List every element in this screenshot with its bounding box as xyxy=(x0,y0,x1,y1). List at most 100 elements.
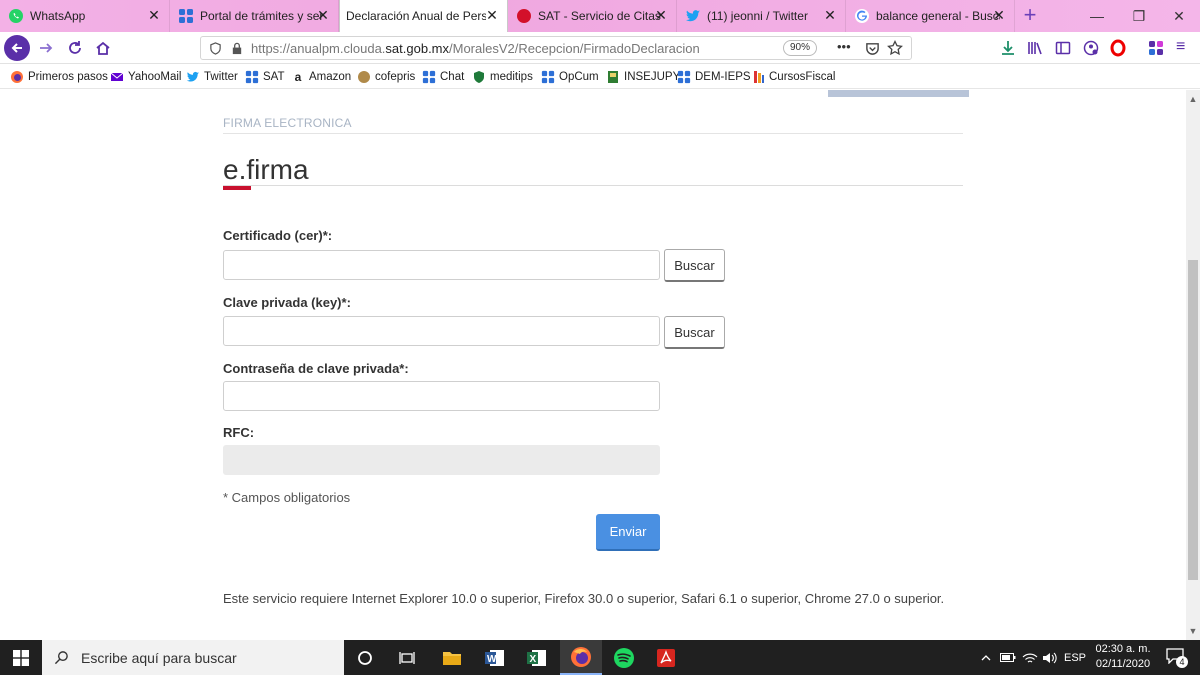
rfc-field xyxy=(223,445,660,475)
browse-certificate-button[interactable]: Buscar xyxy=(664,249,725,282)
reload-button[interactable] xyxy=(62,35,88,61)
minimize-icon[interactable]: — xyxy=(1074,0,1120,32)
bookmark-cursosfiscal[interactable]: CursosFiscal xyxy=(751,69,835,85)
acrobat-icon[interactable] xyxy=(645,640,687,675)
back-button[interactable] xyxy=(4,35,30,61)
page-title: e.firma xyxy=(223,154,309,185)
bookmark-sat[interactable]: SAT xyxy=(245,69,285,85)
forward-button[interactable] xyxy=(33,35,59,61)
system-clock[interactable]: 02:30 a. m. 02/11/2020 xyxy=(1088,642,1158,672)
new-tab-plus-icon[interactable]: + xyxy=(1018,4,1042,28)
zoom-level-badge[interactable]: 90% xyxy=(783,40,817,56)
bookmark-label: DEM-IEPS xyxy=(695,71,751,83)
url-host: sat.gob.mx xyxy=(385,40,450,56)
bookmark-insejupy[interactable]: INSEJUPY xyxy=(606,69,680,85)
scroll-up-arrow-icon[interactable]: ▲ xyxy=(1186,92,1200,106)
close-icon[interactable]: ✕ xyxy=(316,8,330,22)
bookmark-label: YahooMail xyxy=(128,71,182,83)
word-icon[interactable]: W xyxy=(474,640,516,675)
notification-count-badge: 4 xyxy=(1176,655,1188,668)
lock-icon[interactable] xyxy=(231,42,243,55)
bookmark-primeros-pasos[interactable]: Primeros pasos xyxy=(10,69,108,85)
svg-text:X: X xyxy=(530,654,537,665)
navigation-toolbar: https://anualpm.clouda.sat.gob.mx/Morale… xyxy=(0,32,1200,64)
firefox-taskbar-icon[interactable] xyxy=(560,640,602,675)
bookmark-amazon[interactable]: a Amazon xyxy=(291,69,352,85)
page-content: FIRMA ELECTRONICA e.firma Certificado (c… xyxy=(0,90,1186,640)
library-icon[interactable] xyxy=(1027,40,1043,56)
url-text[interactable]: https://anualpm.clouda.sat.gob.mx/Morale… xyxy=(251,41,700,56)
cofepris-seal-icon xyxy=(358,71,370,83)
close-icon[interactable]: ✕ xyxy=(992,8,1006,22)
tab-label: WhatsApp xyxy=(30,9,86,23)
bookmark-opcum[interactable]: OpCum xyxy=(541,69,599,85)
home-button[interactable] xyxy=(90,35,116,61)
certificate-file-input[interactable] xyxy=(223,250,660,280)
bookmark-dem-ieps[interactable]: DEM-IEPS xyxy=(677,69,751,85)
private-key-password-input[interactable] xyxy=(223,381,660,411)
close-icon[interactable]: ✕ xyxy=(823,8,837,22)
downloads-icon[interactable] xyxy=(1000,40,1016,56)
rfc-label: RFC: xyxy=(223,425,255,440)
page-actions-menu-icon[interactable]: ••• xyxy=(837,39,851,54)
bookmark-label: SAT xyxy=(263,71,285,83)
taskbar-search-box[interactable]: Escribe aquí para buscar xyxy=(42,640,344,675)
pocket-icon[interactable] xyxy=(865,41,880,56)
sidebar-icon[interactable] xyxy=(1055,40,1071,56)
submit-button[interactable]: Enviar xyxy=(596,514,660,551)
tab-whatsapp[interactable]: WhatsApp ✕ xyxy=(0,0,170,32)
account-icon[interactable] xyxy=(1083,40,1099,56)
bookmark-chat[interactable]: Chat xyxy=(422,69,464,85)
restore-icon[interactable]: ❐ xyxy=(1116,0,1162,32)
battery-icon[interactable] xyxy=(998,640,1018,675)
cortana-circle-icon[interactable] xyxy=(344,640,386,675)
insejupy-icon xyxy=(608,71,618,83)
show-hidden-icons-chevron-icon[interactable] xyxy=(977,640,995,675)
windows-taskbar: Escribe aquí para buscar W X ESP 02:30 a… xyxy=(0,640,1200,675)
browse-private-key-button[interactable]: Buscar xyxy=(664,316,725,349)
extensions-grid-icon[interactable] xyxy=(1148,40,1164,56)
svg-text:W: W xyxy=(487,654,497,665)
wifi-icon[interactable] xyxy=(1020,640,1040,675)
opera-extension-icon[interactable] xyxy=(1110,39,1126,57)
sat-red-circle-icon xyxy=(517,9,531,23)
input-language-indicator[interactable]: ESP xyxy=(1064,640,1086,675)
address-bar[interactable]: https://anualpm.clouda.sat.gob.mx/Morale… xyxy=(200,36,912,60)
file-explorer-icon[interactable] xyxy=(431,640,473,675)
start-button[interactable] xyxy=(0,640,42,675)
private-key-file-input[interactable] xyxy=(223,316,660,346)
search-icon xyxy=(54,651,68,665)
shield-icon[interactable] xyxy=(209,42,222,55)
grid-app-icon xyxy=(677,70,691,84)
volume-icon[interactable] xyxy=(1040,640,1060,675)
reload-icon xyxy=(69,41,81,54)
vertical-scrollbar[interactable]: ▲ ▼ xyxy=(1186,90,1200,640)
bookmark-label: Twitter xyxy=(204,71,238,83)
url-prefix: https://anualpm.clouda. xyxy=(251,40,386,56)
required-fields-note: * Campos obligatorios xyxy=(223,490,351,505)
close-icon[interactable]: ✕ xyxy=(147,8,161,22)
scrollbar-thumb[interactable] xyxy=(1188,260,1198,580)
bookmark-meditips[interactable]: meditips xyxy=(472,69,533,85)
close-icon[interactable]: ✕ xyxy=(654,8,668,22)
tab-portal-tramites[interactable]: Portal de trámites y servi ✕ xyxy=(170,0,339,32)
close-icon[interactable]: ✕ xyxy=(485,8,499,22)
bookmark-star-icon[interactable] xyxy=(887,40,903,56)
tab-google-search[interactable]: balance general - Buscar ✕ xyxy=(846,0,1015,32)
bookmark-cofepris[interactable]: cofepris xyxy=(357,69,415,85)
mail-envelope-icon xyxy=(110,72,124,81)
section-label: FIRMA ELECTRONICA xyxy=(223,116,352,130)
tab-twitter[interactable]: (11) jeonni / Twitter ✕ xyxy=(677,0,846,32)
bookmark-yahoomail[interactable]: YahooMail xyxy=(110,69,182,85)
window-close-icon[interactable]: ✕ xyxy=(1158,0,1200,32)
tab-sat-citas[interactable]: SAT - Servicio de Citas ✕ xyxy=(508,0,677,32)
bookmark-twitter[interactable]: Twitter xyxy=(186,69,238,85)
menu-hamburger-icon[interactable]: ≡ xyxy=(1176,38,1185,56)
bookmark-label: OpCum xyxy=(559,71,599,83)
task-view-icon[interactable] xyxy=(386,640,428,675)
notification-center-button[interactable]: 4 xyxy=(1160,640,1192,675)
tab-declaracion-anual[interactable]: Declaración Anual de Person ✕ xyxy=(339,0,508,32)
scroll-down-arrow-icon[interactable]: ▼ xyxy=(1186,624,1200,638)
excel-icon[interactable]: X xyxy=(516,640,558,675)
spotify-icon[interactable] xyxy=(603,640,645,675)
